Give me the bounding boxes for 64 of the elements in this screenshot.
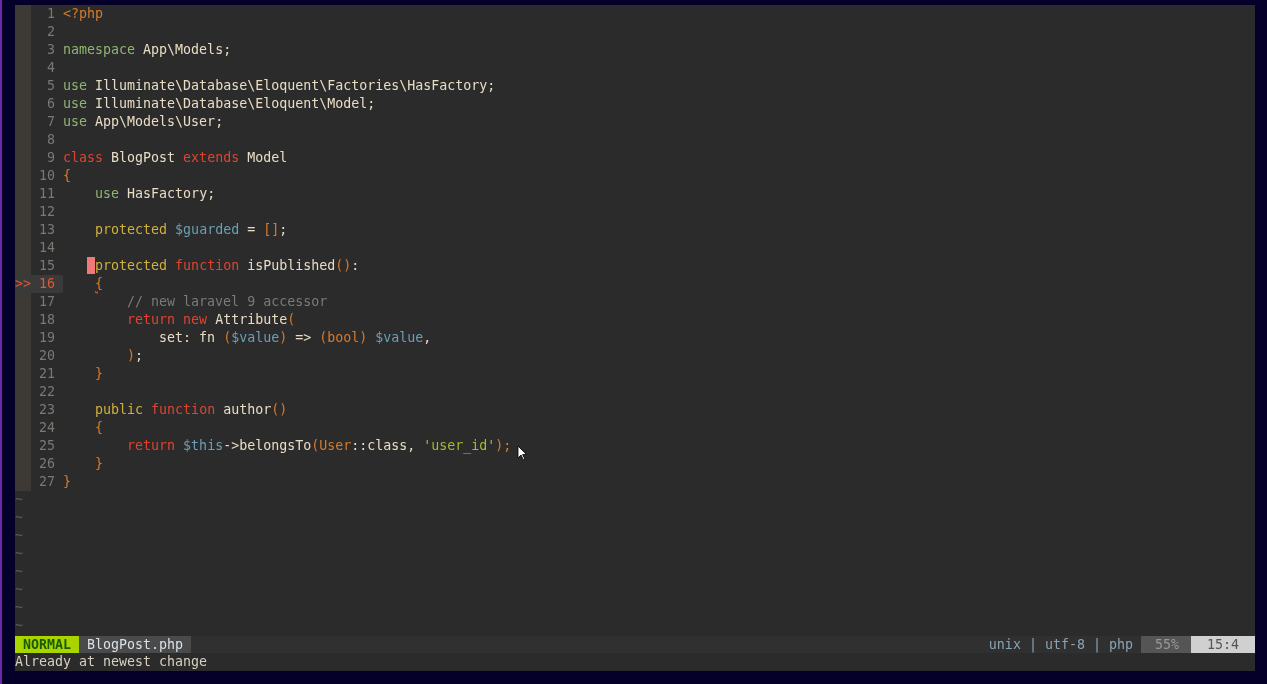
message-text: Already at newest change [15,654,208,669]
line-number: 17 [38,293,56,311]
line-number: 12 [38,203,56,221]
empty-line-marker: ~ [15,509,23,527]
empty-line-marker: ~ [15,617,23,635]
code-line: } [94,455,104,473]
code-line: <?php [63,5,104,23]
code-line: use Illuminate\Database\Eloquent\Factories\HasFactory; [63,77,496,95]
code-line: // new laravel 9 accessor [126,293,328,311]
line-number: 15 [38,257,56,275]
line-number: 13 [38,221,56,239]
line-number: 3 [46,41,56,59]
code-line: protected $guarded = []; [94,221,288,239]
code-line: namespace App\Models; [63,41,232,59]
code-line: } [94,365,104,383]
code-line: use HasFactory; [94,185,216,203]
scroll-percent: 55% [1140,636,1191,653]
line-number: 7 [46,113,56,131]
mode-indicator: NORMAL [15,636,80,653]
line-number: 26 [38,455,56,473]
line-number: 10 [38,167,56,185]
line-number: 4 [46,59,56,77]
empty-line-marker: ~ [15,581,23,599]
line-number: 5 [46,77,56,95]
code-line: class BlogPost extends Model [63,149,288,167]
line-number: 2 [46,23,56,41]
line-number: 16 [31,275,63,293]
code-line: { [94,419,104,437]
empty-line-marker: ~ [15,599,23,617]
code-line: use Illuminate\Database\Eloquent\Model; [63,95,376,113]
code-line: set: fn ($value) => (bool) $value, [158,329,432,347]
cursor-position: 15:4 [1191,636,1255,653]
line-number: 21 [38,365,56,383]
line-number: 20 [38,347,56,365]
line-number: 22 [38,383,56,401]
code-line: return $this->belongsTo(User::class, 'user_id'); [126,437,512,455]
empty-line-marker: ~ [15,527,23,545]
code-line: } [63,473,71,491]
code-line: { [94,275,104,293]
line-number: 14 [38,239,56,257]
line-number: 9 [46,149,56,167]
code-line: ); [126,347,144,365]
file-name: BlogPost.php [79,636,192,653]
line-number: 27 [38,473,56,491]
code-line: public function author() [94,401,288,419]
mouse-pointer-icon [517,445,527,461]
empty-line-marker: ~ [15,563,23,581]
file-info: unix | utf-8 | php [987,636,1134,653]
sign-marker: >> [15,275,31,293]
code-line: protected function isPublished(): [63,257,360,275]
line-number: 1 [46,5,56,23]
line-number: 8 [46,131,56,149]
line-number: 24 [38,419,56,437]
code-line: use App\Models\User; [63,113,224,131]
code-line: return new Attribute( [126,311,296,329]
line-number: 25 [38,437,56,455]
empty-line-marker: ~ [15,545,23,563]
line-number: 11 [38,185,56,203]
line-number: 18 [38,311,56,329]
line-number: 6 [46,95,56,113]
empty-line-marker: ~ [15,491,23,509]
line-number: 23 [38,401,56,419]
line-number: 19 [38,329,56,347]
code-line: { [63,167,71,185]
